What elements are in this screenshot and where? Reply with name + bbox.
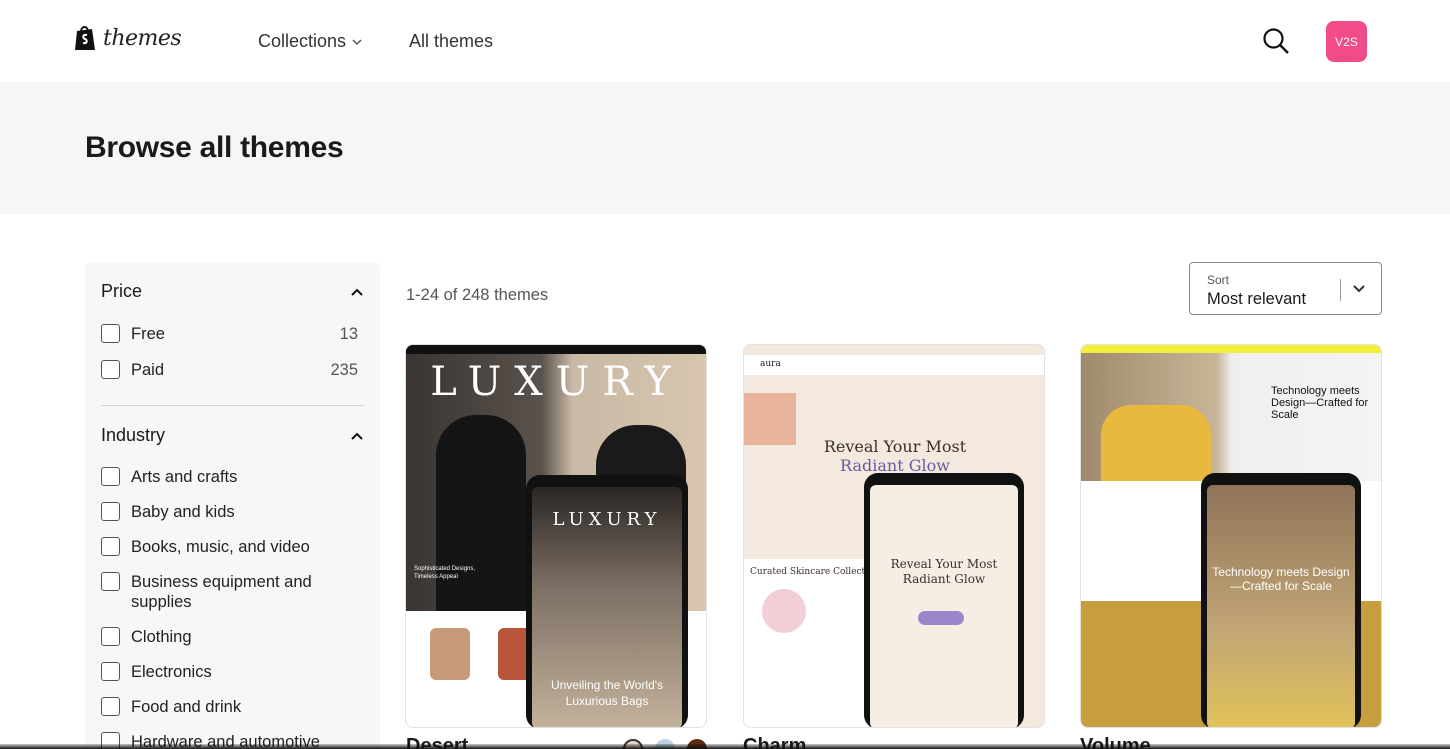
theme-card-desert[interactable]: LUXURY Sophisticated Designs, Timeless A… xyxy=(405,344,707,728)
checkbox[interactable] xyxy=(101,662,120,681)
checkbox[interactable] xyxy=(101,572,120,591)
bag-image xyxy=(430,628,470,680)
logo-text: themes xyxy=(103,25,182,51)
option-count: 235 xyxy=(330,361,358,379)
checkbox[interactable] xyxy=(101,502,120,521)
industry-option[interactable]: Clothing xyxy=(101,627,358,647)
industry-option[interactable]: Books, music, and video xyxy=(101,537,358,557)
mobile-headline: Reveal Your Most Radiant Glow xyxy=(870,557,1018,587)
preview-navbar: aura xyxy=(744,355,1044,375)
preview-brand: aura xyxy=(760,359,781,369)
option-label: Electronics xyxy=(131,663,212,681)
filter-divider xyxy=(101,405,364,406)
preview-headline: Reveal Your Most Radiant Glow xyxy=(744,437,1044,475)
page-title: Browse all themes xyxy=(85,131,344,164)
industry-option[interactable]: Baby and kids xyxy=(101,502,358,522)
option-label: Books, music, and video xyxy=(131,538,310,556)
industry-option[interactable]: Electronics xyxy=(101,662,358,682)
results-count: 1-24 of 248 themes xyxy=(406,286,549,304)
chevron-up-icon xyxy=(351,288,363,296)
search-button[interactable] xyxy=(1262,27,1290,55)
mobile-preview: Technology meets Design—Crafted for Scal… xyxy=(1201,473,1361,727)
filter-sidebar: Price Free 13 Paid 235 Industry Arts and… xyxy=(85,262,380,749)
sort-select[interactable]: Sort Most relevant xyxy=(1189,262,1382,315)
mobile-headline-b: Radiant Glow xyxy=(902,572,986,586)
shopify-bag-icon xyxy=(75,26,95,50)
mobile-cta xyxy=(918,611,964,625)
option-count: 13 xyxy=(339,325,358,343)
option-label: Baby and kids xyxy=(131,503,235,521)
checkbox[interactable] xyxy=(101,324,120,343)
option-label: Clothing xyxy=(131,628,192,646)
page-hero: Browse all themes xyxy=(0,82,1450,214)
chevron-up-icon xyxy=(351,432,363,440)
headline-line-a: Reveal Your Most xyxy=(823,437,967,456)
option-label: Business equipment and supplies xyxy=(131,573,312,611)
preview-topbar xyxy=(1081,345,1381,353)
chevron-down-icon xyxy=(1353,285,1365,293)
checkbox[interactable] xyxy=(101,697,120,716)
preview-headline: LUXURY xyxy=(430,359,684,405)
industry-filter-toggle[interactable]: Industry xyxy=(101,425,364,446)
nav-all-themes-link[interactable]: All themes xyxy=(409,31,493,52)
checkbox[interactable] xyxy=(101,360,120,379)
nav-collections-dropdown[interactable]: Collections xyxy=(258,31,362,52)
price-filter-toggle[interactable]: Price xyxy=(101,281,364,302)
option-label: Paid xyxy=(131,361,165,379)
search-icon xyxy=(1263,28,1289,54)
avatar-initials: V2S xyxy=(1335,34,1358,49)
checkbox[interactable] xyxy=(101,467,120,486)
product-badge xyxy=(762,589,806,633)
top-nav: themes Collections All themes V2S xyxy=(0,0,1450,82)
mobile-preview: LUXURY Unveiling the World's Luxurious B… xyxy=(526,475,688,727)
industry-option[interactable]: Arts and crafts xyxy=(101,467,358,487)
price-option-free[interactable]: Free 13 xyxy=(101,324,358,344)
industry-option[interactable]: Business equipment and supplies xyxy=(101,572,358,612)
model-figure xyxy=(436,415,526,611)
checkbox[interactable] xyxy=(101,627,120,646)
industry-filter-title: Industry xyxy=(101,425,166,445)
mobile-preview: Reveal Your Most Radiant Glow xyxy=(864,473,1024,727)
sort-value: Most relevant xyxy=(1207,290,1307,308)
preview-tagline: Sophisticated Designs, Timeless Appeal xyxy=(414,566,476,580)
user-avatar[interactable]: V2S xyxy=(1326,21,1367,62)
mobile-screen: Technology meets Design—Crafted for Scal… xyxy=(1207,485,1355,727)
price-option-paid[interactable]: Paid 235 xyxy=(101,360,358,380)
sort-separator xyxy=(1340,279,1341,301)
sort-label: Sort xyxy=(1207,273,1230,287)
option-label: Arts and crafts xyxy=(131,468,238,486)
industry-option[interactable]: Food and drink xyxy=(101,697,358,717)
nav-collections-label: Collections xyxy=(258,31,347,51)
viewport-edge xyxy=(0,744,1450,749)
option-label: Food and drink xyxy=(131,698,242,716)
theme-card-charm[interactable]: aura Reveal Your Most Radiant Glow Curat… xyxy=(743,344,1045,728)
mobile-headline: LUXURY xyxy=(552,509,662,530)
chevron-down-icon xyxy=(352,38,362,45)
mobile-headline-a: Reveal Your Most xyxy=(890,557,998,571)
shopify-themes-logo[interactable]: themes xyxy=(73,24,182,52)
theme-card-volume[interactable]: Technology meets Design—Crafted for Scal… xyxy=(1080,344,1382,728)
price-filter-title: Price xyxy=(101,281,143,301)
preview-topbar xyxy=(406,345,706,354)
mobile-headline: Technology meets Design—Crafted for Scal… xyxy=(1212,565,1350,593)
mobile-screen: LUXURY Unveiling the World's Luxurious B… xyxy=(532,487,682,727)
checkbox[interactable] xyxy=(101,537,120,556)
mobile-caption: Unveiling the World's Luxurious Bags xyxy=(550,678,664,708)
mobile-screen: Reveal Your Most Radiant Glow xyxy=(870,485,1018,727)
option-label: Free xyxy=(131,325,165,343)
preview-headline: Technology meets Design—Crafted for Scal… xyxy=(1271,385,1369,421)
nav-all-themes-label: All themes xyxy=(409,31,494,51)
model-figure xyxy=(1101,405,1211,481)
